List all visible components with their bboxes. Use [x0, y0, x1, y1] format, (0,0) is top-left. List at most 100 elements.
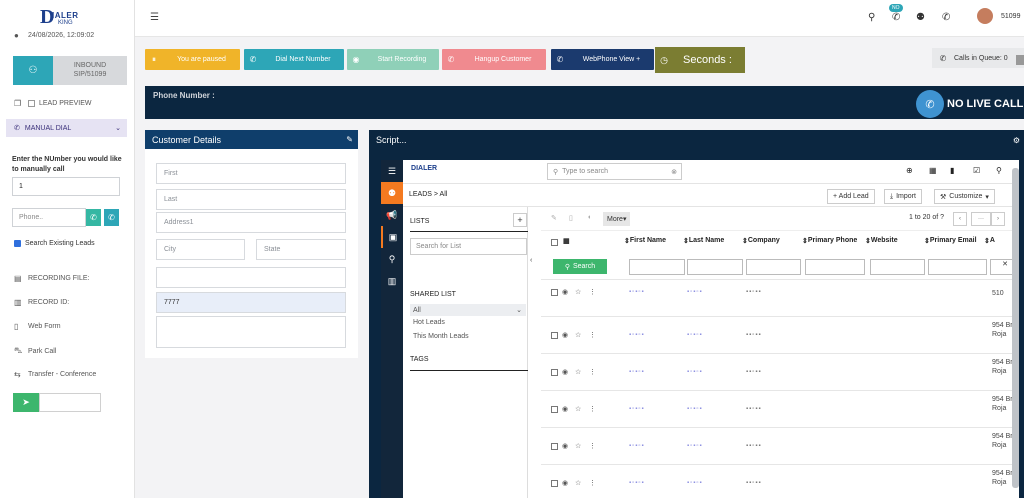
add-lead-button[interactable]: + Add Lead [827, 189, 875, 204]
collapse-icon[interactable]: ‹ [530, 257, 532, 264]
calendar-icon[interactable]: ▦ [929, 166, 937, 175]
table-row[interactable]: ◉ ☆ ⋮ ▪▫▪▫▪ ▪▫▪▫▪ ▪▪▫▪▪ 954 Bra Roja [541, 353, 1019, 390]
first-name-field[interactable]: First [156, 163, 346, 184]
column-first-name[interactable]: ⇕ First Name [624, 237, 666, 245]
address1-field[interactable]: Address1 [156, 212, 346, 233]
grid-icon[interactable]: ▦ [563, 237, 570, 245]
hangup-button[interactable]: ✆ Hangup Customer [442, 49, 546, 70]
more-vertical-icon[interactable]: ⋮ [589, 479, 596, 487]
comments-textarea[interactable] [156, 316, 346, 348]
more-vertical-icon[interactable]: ⋮ [589, 405, 596, 413]
last-name-field[interactable]: Last [156, 189, 346, 210]
user-icon[interactable]: ⚲ [996, 166, 1002, 175]
building-icon[interactable]: ▥ [381, 270, 403, 292]
list-item-all[interactable]: All ⌄ [410, 304, 526, 316]
eye-icon[interactable]: ◉ [562, 405, 568, 413]
select-all-checkbox[interactable] [551, 239, 558, 246]
list-item-hot-leads[interactable]: Hot Leads [413, 319, 445, 326]
filter-first-name[interactable] [629, 259, 685, 275]
delete-icon[interactable]: ▯ [569, 214, 573, 222]
phone-call-icon[interactable]: ✆ [892, 12, 900, 23]
transfer-row[interactable]: ⇆ Transfer - Conference [14, 370, 96, 379]
park-call-row[interactable]: ⛍ Park Call [14, 346, 56, 356]
prev-page-button[interactable]: ‹ [953, 212, 967, 226]
chart-icon[interactable]: ▮ [950, 166, 954, 175]
row-checkbox[interactable] [551, 369, 558, 376]
column-primary-phone[interactable]: ⇕ Primary Phone [802, 237, 857, 245]
more-vertical-icon[interactable]: ⋮ [589, 288, 596, 296]
send-button[interactable]: ➤ [13, 393, 39, 412]
row-checkbox[interactable] [551, 480, 558, 487]
phone-input[interactable]: Phone.. [12, 208, 86, 227]
row-checkbox[interactable] [551, 332, 558, 339]
edit-icon[interactable]: ✎ [346, 135, 353, 144]
column-primary-email[interactable]: ⇕ Primary Email [924, 237, 977, 245]
zip-field[interactable] [156, 267, 346, 288]
breadcrumb[interactable]: LEADS > All [409, 191, 447, 198]
eye-icon[interactable]: ◉ [562, 442, 568, 450]
eye-icon[interactable]: ◉ [562, 288, 568, 296]
paused-button[interactable]: ⏸ You are paused [145, 49, 240, 70]
manual-number-input[interactable]: 1 [12, 177, 120, 196]
city-field[interactable]: City [156, 239, 245, 260]
manual-dial-menu[interactable]: ✆ MANUAL DIAL ⌄ [6, 119, 127, 137]
table-row[interactable]: ◉ ☆ ⋮ ▪▫▪▫▪ ▪▫▪▫▪ ▪▪▫▪▪ 954 Bra Roja [541, 464, 1019, 498]
add-list-button[interactable]: + [513, 213, 527, 227]
star-icon[interactable]: ☆ [575, 331, 581, 339]
next-page-button[interactable]: › [991, 212, 1005, 226]
column-last-name[interactable]: ⇕ Last Name [683, 237, 724, 245]
inbound-toggle[interactable]: ⚇ INBOUND SIP/51099 [13, 56, 127, 85]
add-circle-icon[interactable]: ⊕ [906, 166, 913, 175]
dial-button[interactable]: ✆ [86, 209, 101, 226]
phone-value-field[interactable]: 7777 [156, 292, 346, 313]
more-vertical-icon[interactable]: ⋮ [589, 442, 596, 450]
webphone-button[interactable]: ✆ WebPhone View + [551, 49, 654, 70]
filter-primary-email[interactable] [928, 259, 987, 275]
group-icon[interactable]: ⚉ [916, 12, 925, 23]
row-checkbox[interactable] [551, 289, 558, 296]
list-item-this-month[interactable]: This Month Leads [413, 333, 469, 340]
more-vertical-icon[interactable]: ⋮ [589, 368, 596, 376]
lead-preview-row[interactable]: ❐ LEAD PREVIEW [14, 99, 92, 108]
checkbox-icon[interactable]: ☑ [973, 166, 980, 175]
contact-card-icon[interactable]: ▣ [381, 226, 403, 248]
dial-next-button[interactable]: ✆ Dial Next Number [244, 49, 344, 70]
search-list-input[interactable]: Search for List [410, 238, 527, 255]
eye-icon[interactable]: ◉ [562, 331, 568, 339]
filter-primary-phone[interactable] [805, 259, 865, 275]
column-a[interactable]: ⇕ A [984, 237, 995, 245]
edit-icon[interactable]: ✎ [551, 214, 557, 222]
clear-icon[interactable]: ⊗ [671, 168, 677, 176]
crm-logo[interactable]: DIALER [411, 165, 437, 172]
hamburger-icon[interactable]: ☰ [150, 12, 159, 23]
import-button[interactable]: ⤓ Import [884, 189, 922, 204]
people-icon[interactable]: ⚉ [381, 182, 403, 204]
search-existing-checkbox[interactable] [14, 240, 21, 247]
more-button[interactable]: More ▾ [603, 212, 631, 226]
table-row[interactable]: ◉ ☆ ⋮ ▪▫▪▫▪ ▪▫▪▫▪ ▪▪▫▪▪ 954 Bra Roja [541, 390, 1019, 427]
row-checkbox[interactable] [551, 443, 558, 450]
dialer-king-logo[interactable]: D IALER KING [40, 6, 90, 28]
eye-icon[interactable]: ◉ [562, 479, 568, 487]
more-vertical-icon[interactable]: ⋮ [589, 331, 596, 339]
settings-icon[interactable]: ⚙ [1013, 136, 1020, 145]
comment-icon[interactable]: ◖ [587, 214, 591, 221]
state-field[interactable]: State [256, 239, 346, 260]
crm-scrollbar[interactable] [1012, 168, 1019, 488]
search-existing-row[interactable]: Search Existing Leads [14, 240, 95, 247]
star-icon[interactable]: ☆ [575, 368, 581, 376]
star-icon[interactable]: ☆ [575, 405, 581, 413]
star-icon[interactable]: ☆ [575, 442, 581, 450]
user-icon[interactable]: ⚲ [868, 12, 875, 23]
web-form-row[interactable]: ▯ Web Form [14, 322, 61, 331]
phone-forward-icon[interactable]: ✆ [942, 12, 950, 23]
column-website[interactable]: ⇕ Website [865, 237, 898, 245]
avatar[interactable] [977, 8, 993, 24]
page-scrollbar[interactable] [1016, 55, 1024, 65]
star-icon[interactable]: ☆ [575, 288, 581, 296]
star-icon[interactable]: ☆ [575, 479, 581, 487]
table-row[interactable]: ◉ ☆ ⋮ ▪▫▪▫▪ ▪▫▪▫▪ ▪▪▫▪▪ 954 Bra Roja [541, 427, 1019, 464]
eye-icon[interactable]: ◉ [562, 368, 568, 376]
table-row[interactable]: ◉ ☆ ⋮ ▪▫▪▫▪ ▪▫▪▫▪ ▪▪▫▪▪ 954 Bra Roja [541, 316, 1019, 353]
table-row[interactable]: ◉ ☆ ⋮ ▪▫▪▫▪ ▪▫▪▫▪ ▪▪▫▪▪ 510 [541, 279, 1019, 305]
